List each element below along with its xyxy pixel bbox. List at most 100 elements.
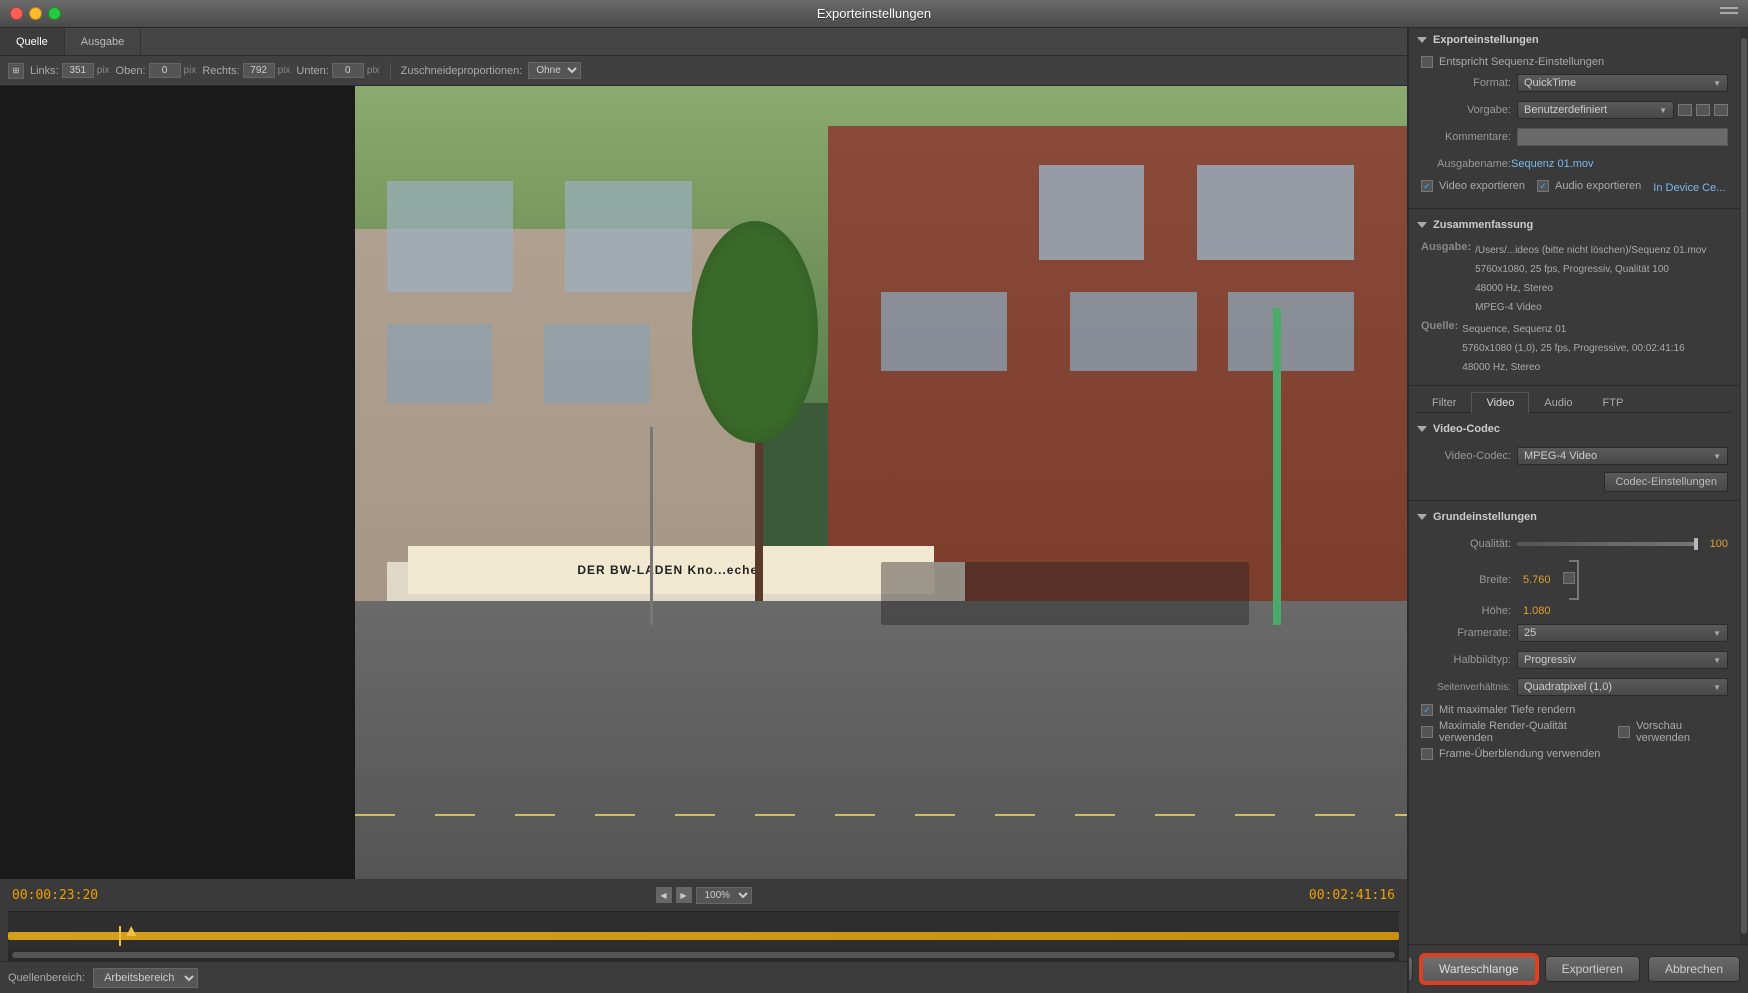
- links-input[interactable]: [62, 63, 94, 78]
- rechts-input[interactable]: [243, 63, 275, 78]
- prev-frame-button[interactable]: ◀: [656, 887, 672, 903]
- vorgabe-select[interactable]: Benutzerdefiniert ▼: [1517, 101, 1674, 119]
- audio-export-row: Audio exportieren: [1537, 180, 1641, 192]
- ausgabename-row: Ausgabename: Sequenz 01.mov: [1421, 153, 1728, 175]
- hoehe-row: Höhe: 1.080: [1421, 605, 1728, 617]
- right-scrollbar[interactable]: [1740, 28, 1748, 944]
- expand-icon-3[interactable]: [1417, 426, 1427, 432]
- expand-icon-4[interactable]: [1417, 514, 1427, 520]
- window-title: Exporteinstellungen: [817, 6, 931, 21]
- crop-icon[interactable]: ⊞: [8, 63, 24, 79]
- playback-area: 00:00:23:20 ◀ ▶ 100% 00:02:41:16: [0, 879, 1407, 961]
- divider2: [1409, 385, 1740, 386]
- codec-settings-button[interactable]: Codec-Einstellungen: [1604, 472, 1728, 492]
- frameueberblendung-checkbox[interactable]: [1421, 748, 1433, 760]
- video-export-checkbox[interactable]: [1421, 180, 1433, 192]
- tab-ftp[interactable]: FTP: [1588, 392, 1639, 413]
- video-content: DER BW-LADEN Kno...echer: [355, 86, 1407, 879]
- export-settings-content: Entspricht Sequenz-Einstellungen Format:…: [1409, 52, 1740, 204]
- framerate-row: Framerate: 25 ▼: [1421, 622, 1728, 644]
- next-frame-button[interactable]: ▶: [676, 887, 692, 903]
- tab-ausgabe[interactable]: Ausgabe: [65, 28, 141, 55]
- video-codec-content: Video-Codec: MPEG-4 Video ▼ Codec-Einste…: [1409, 441, 1740, 496]
- abbrechen-button[interactable]: Abbrechen: [1648, 956, 1740, 982]
- frameueberblendung-row: Frame-Überblendung verwenden: [1421, 748, 1728, 760]
- vorgabe-load-icon[interactable]: [1696, 104, 1710, 116]
- audio-export-checkbox[interactable]: [1537, 180, 1549, 192]
- playback-controls: 00:00:23:20 ◀ ▶ 100% 00:02:41:16: [8, 879, 1399, 911]
- rechts-field: Rechts: pix: [202, 63, 290, 78]
- maxtiefe-checkbox[interactable]: [1421, 704, 1433, 716]
- video-area: DER BW-LADEN Kno...echer: [0, 86, 1407, 879]
- zuschnitt-select[interactable]: Ohne: [528, 62, 581, 79]
- framerate-select[interactable]: 25 ▼: [1517, 624, 1728, 642]
- grundeinstellungen-header: Grundeinstellungen: [1409, 505, 1740, 529]
- minimize-button[interactable]: [29, 7, 42, 20]
- scrollbar-thumb[interactable]: [1741, 38, 1747, 934]
- tab-video[interactable]: Video: [1471, 392, 1529, 413]
- unten-input[interactable]: [332, 63, 364, 78]
- format-row: Format: QuickTime ▼: [1421, 72, 1728, 94]
- timeline-scrollbar[interactable]: [12, 952, 1395, 958]
- window-controls[interactable]: [10, 7, 61, 20]
- bottom-buttons: Metadaten... Warteschlange Exportieren A…: [1409, 944, 1748, 993]
- zoom-select[interactable]: 100%: [696, 887, 752, 904]
- format-select[interactable]: QuickTime ▼: [1517, 74, 1728, 92]
- format-control: QuickTime ▼: [1517, 74, 1728, 92]
- crop-bar: ⊞ Links: pix Oben: pix Rechts: pix Unten…: [0, 56, 1407, 86]
- entspricht-checkbox[interactable]: [1421, 56, 1433, 68]
- tab-quelle[interactable]: Quelle: [0, 28, 65, 55]
- vorgabe-delete-icon[interactable]: [1714, 104, 1728, 116]
- right-panel: Exporteinstellungen Entspricht Sequenz-E…: [1408, 28, 1748, 993]
- video-frame: DER BW-LADEN Kno...echer: [355, 86, 1407, 879]
- bottom-bar: Quellenbereich: Arbeitsbereich: [0, 961, 1407, 993]
- left-panel: Quelle Ausgabe ⊞ Links: pix Oben: pix Re…: [0, 28, 1408, 993]
- warteschlange-button[interactable]: Warteschlange: [1421, 955, 1537, 983]
- store-sign-text: DER BW-LADEN Kno...echer: [577, 563, 763, 577]
- total-time: 00:02:41:16: [1309, 888, 1395, 903]
- maxrender-checkbox[interactable]: [1421, 726, 1433, 738]
- codec-btn-row: Codec-Einstellungen: [1421, 472, 1728, 492]
- quelle-info: Quelle: Sequence, Sequenz 01 5760x1080 (…: [1421, 320, 1728, 377]
- metadaten-button[interactable]: Metadaten...: [1408, 956, 1413, 982]
- kommentare-row: Kommentare:: [1421, 126, 1728, 148]
- maxtiefe-row: Mit maximaler Tiefe rendern: [1421, 704, 1728, 716]
- kommentare-input[interactable]: [1517, 128, 1728, 146]
- timeline-area[interactable]: [8, 911, 1399, 961]
- oben-field: Oben: pix: [116, 63, 197, 78]
- quellenbereich-select[interactable]: Arbeitsbereich: [93, 968, 198, 988]
- unten-field: Unten: pix: [296, 63, 379, 78]
- maxrender-row: Maximale Render-Qualität verwenden Vorsc…: [1421, 720, 1728, 744]
- exportieren-button[interactable]: Exportieren: [1545, 956, 1640, 982]
- zoom-control: ◀ ▶ 100%: [656, 887, 752, 904]
- qualitaet-slider[interactable]: [1517, 542, 1698, 546]
- expand-icon-2[interactable]: [1417, 222, 1427, 228]
- seitenverhaeltnis-select[interactable]: Quadratpixel (1,0) ▼: [1517, 678, 1728, 696]
- vorgabe-save-icon[interactable]: [1678, 104, 1692, 116]
- video-export-row: Video exportieren: [1421, 180, 1525, 192]
- aspect-link-checkbox[interactable]: [1563, 572, 1575, 584]
- halbbildtyp-select[interactable]: Progressiv ▼: [1517, 651, 1728, 669]
- tab-filter[interactable]: Filter: [1417, 392, 1471, 413]
- timeline-playhead: [126, 926, 136, 936]
- breite-row: Breite: 5.760: [1421, 560, 1728, 600]
- grundeinstellungen-content: Qualität: 100: [1409, 529, 1740, 768]
- link-bracket-area: [1559, 560, 1579, 600]
- timeline-marker: [119, 926, 121, 946]
- qualitaet-slider-container: 100: [1517, 538, 1728, 550]
- tab-audio[interactable]: Audio: [1529, 392, 1587, 413]
- expand-icon[interactable]: [1417, 37, 1427, 43]
- oben-input[interactable]: [149, 63, 181, 78]
- separator: [390, 63, 391, 79]
- window-menu-icon[interactable]: [1720, 7, 1738, 21]
- title-bar: Exporteinstellungen: [0, 0, 1748, 28]
- close-button[interactable]: [10, 7, 23, 20]
- ausgabename-link[interactable]: Sequenz 01.mov: [1511, 158, 1594, 170]
- timeline-bar: [8, 932, 1399, 940]
- entspricht-row: Entspricht Sequenz-Einstellungen: [1421, 56, 1728, 68]
- vorschau-checkbox[interactable]: [1618, 726, 1630, 738]
- maximize-button[interactable]: [48, 7, 61, 20]
- export-checkboxes: Video exportieren Audio exportieren In D…: [1421, 180, 1728, 196]
- divider3: [1409, 500, 1740, 501]
- codec-select[interactable]: MPEG-4 Video ▼: [1517, 447, 1728, 465]
